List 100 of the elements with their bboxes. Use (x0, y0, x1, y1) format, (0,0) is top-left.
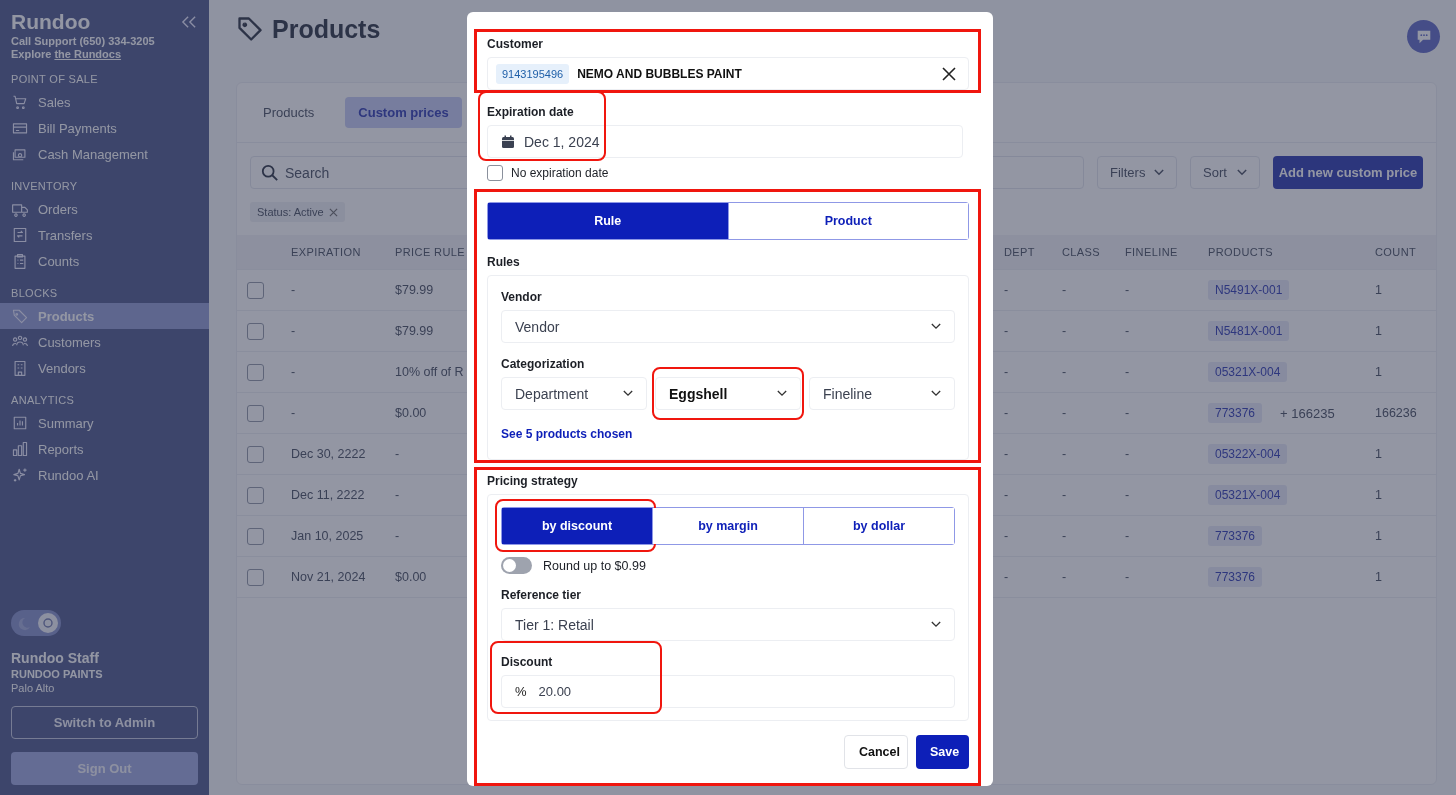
field-label: Categorization (501, 357, 586, 371)
table-cell-text: - (291, 406, 297, 420)
table-cell-text: - (291, 365, 297, 379)
add-custom-price-button[interactable]: Add new custom price (1273, 156, 1423, 189)
table-cell-text: - (1125, 570, 1131, 584)
nav-item[interactable]: Counts (0, 248, 209, 274)
nav-item[interactable]: Bill Payments (0, 115, 209, 141)
nav-item[interactable]: Customers (0, 329, 209, 355)
nav-icon (11, 226, 29, 244)
table-cell-text: - (1004, 529, 1010, 543)
column-header: CLASS (1062, 246, 1102, 258)
column-header: FINELINE (1125, 246, 1179, 258)
toggle-switch[interactable] (501, 557, 532, 574)
collapse-icon[interactable] (180, 15, 198, 29)
product-tag[interactable]: 05322X-004 (1208, 444, 1288, 464)
nav-item[interactable]: Transfers (0, 222, 209, 248)
nav-item[interactable]: Orders (0, 196, 209, 222)
nav-item[interactable]: Cash Management (0, 141, 209, 167)
segment-tab[interactable]: Product (727, 203, 968, 239)
save-button[interactable]: Save (916, 735, 969, 769)
tab[interactable]: Products (250, 97, 328, 128)
table-cell-text: - (1125, 324, 1131, 338)
category-select[interactable]: Department (501, 377, 647, 410)
table-cell-text: 1 (1375, 324, 1383, 338)
clear-icon[interactable] (942, 66, 956, 81)
table-cell-text: Dec 30, 2222 (291, 447, 367, 461)
product-tag[interactable]: N5491X-001 (1208, 280, 1290, 300)
nav-icon (11, 252, 29, 270)
chosen-products-link[interactable]: See 5 products chosen (501, 427, 633, 441)
field-label: Reference tier (501, 588, 583, 602)
table-cell-text: - (1004, 283, 1010, 297)
cancel-button[interactable]: Cancel (844, 735, 908, 769)
customer-field[interactable]: 9143195496 NEMO AND BUBBLES PAINT (487, 57, 969, 90)
close-icon[interactable] (328, 207, 338, 217)
checkbox-label: No expiration date (511, 166, 609, 180)
table-cell-text: 1 (1375, 447, 1383, 461)
docs-link[interactable]: the Rundocs (54, 48, 122, 60)
explore-text: Explore (11, 48, 52, 60)
product-tag[interactable]: 773376 (1208, 567, 1263, 587)
segment-tab[interactable]: Rule (488, 203, 728, 239)
nav-item[interactable]: Reports (0, 436, 209, 462)
switch-admin-button[interactable]: Switch to Admin (11, 706, 198, 739)
row-checkbox[interactable] (247, 404, 264, 422)
theme-toggle[interactable] (11, 610, 61, 636)
table-cell-text: - (1125, 365, 1131, 379)
filters-button[interactable]: Filters (1097, 156, 1177, 189)
row-checkbox[interactable] (247, 486, 264, 504)
nav-icon (11, 466, 29, 484)
chevron-icon (931, 621, 941, 628)
row-checkbox[interactable] (247, 281, 264, 299)
table-cell-text: - (1004, 570, 1010, 584)
product-tag[interactable]: 773376 (1208, 526, 1263, 546)
product-tag[interactable]: 773376 (1208, 403, 1263, 423)
chat-button[interactable] (1407, 20, 1440, 53)
chevron-icon (623, 390, 633, 397)
table-cell-text: - (1062, 324, 1068, 338)
segment-tab[interactable]: by discount (502, 508, 652, 544)
row-checkbox[interactable] (247, 445, 264, 463)
tab[interactable]: Custom prices (345, 97, 462, 128)
chevron-icon (1237, 169, 1247, 176)
nav-icon (11, 414, 29, 432)
sort-button[interactable]: Sort (1190, 156, 1260, 189)
row-checkbox[interactable] (247, 322, 264, 340)
table-cell-text: - (1004, 488, 1010, 502)
search-icon (261, 164, 279, 182)
toggle-label: Round up to $0.99 (543, 558, 646, 573)
table-cell: - (395, 529, 400, 543)
product-tag[interactable]: N5481X-001 (1208, 321, 1290, 341)
table-cell-text: - (1062, 488, 1068, 502)
nav-icon (11, 93, 29, 111)
product-tag[interactable]: 05321X-004 (1208, 485, 1288, 505)
discount-field[interactable]: % 20.00 (501, 675, 955, 708)
table-cell-text: - (1062, 529, 1068, 543)
company-name: RUNDOO PAINTS (11, 668, 104, 680)
table-cell-text: - (1125, 488, 1131, 502)
nav-item[interactable]: Summary (0, 410, 209, 436)
nav-item[interactable]: Sales (0, 89, 209, 115)
nav-item[interactable]: Vendors (0, 355, 209, 381)
tier-select[interactable]: Tier 1: Retail (501, 608, 955, 641)
table-cell-text: - (1062, 365, 1068, 379)
section-heading: BLOCKS (11, 287, 59, 299)
section-heading: ANALYTICS (11, 394, 75, 406)
table-cell-text: - (1004, 406, 1010, 420)
category-select[interactable]: Eggshell (655, 377, 801, 410)
field-label: Expiration date (487, 105, 575, 119)
filter-chip[interactable]: Status: Active (250, 202, 345, 222)
column-header: PRODUCTS (1208, 246, 1274, 258)
vendor-select[interactable]: Vendor (501, 310, 955, 343)
nav-icon (11, 440, 29, 458)
product-tag[interactable]: 05321X-004 (1208, 362, 1288, 382)
column-header: COUNT (1375, 246, 1418, 258)
row-checkbox[interactable] (247, 568, 264, 586)
table-cell: - (395, 488, 400, 502)
nav-item[interactable]: Rundoo AI (0, 462, 209, 488)
checkbox[interactable] (487, 165, 503, 181)
category-select[interactable]: Fineline (809, 377, 955, 410)
table-cell-text: - (1062, 406, 1068, 420)
row-checkbox[interactable] (247, 527, 264, 545)
date-field[interactable]: Dec 1, 2024 (487, 125, 963, 158)
row-checkbox[interactable] (247, 363, 264, 381)
